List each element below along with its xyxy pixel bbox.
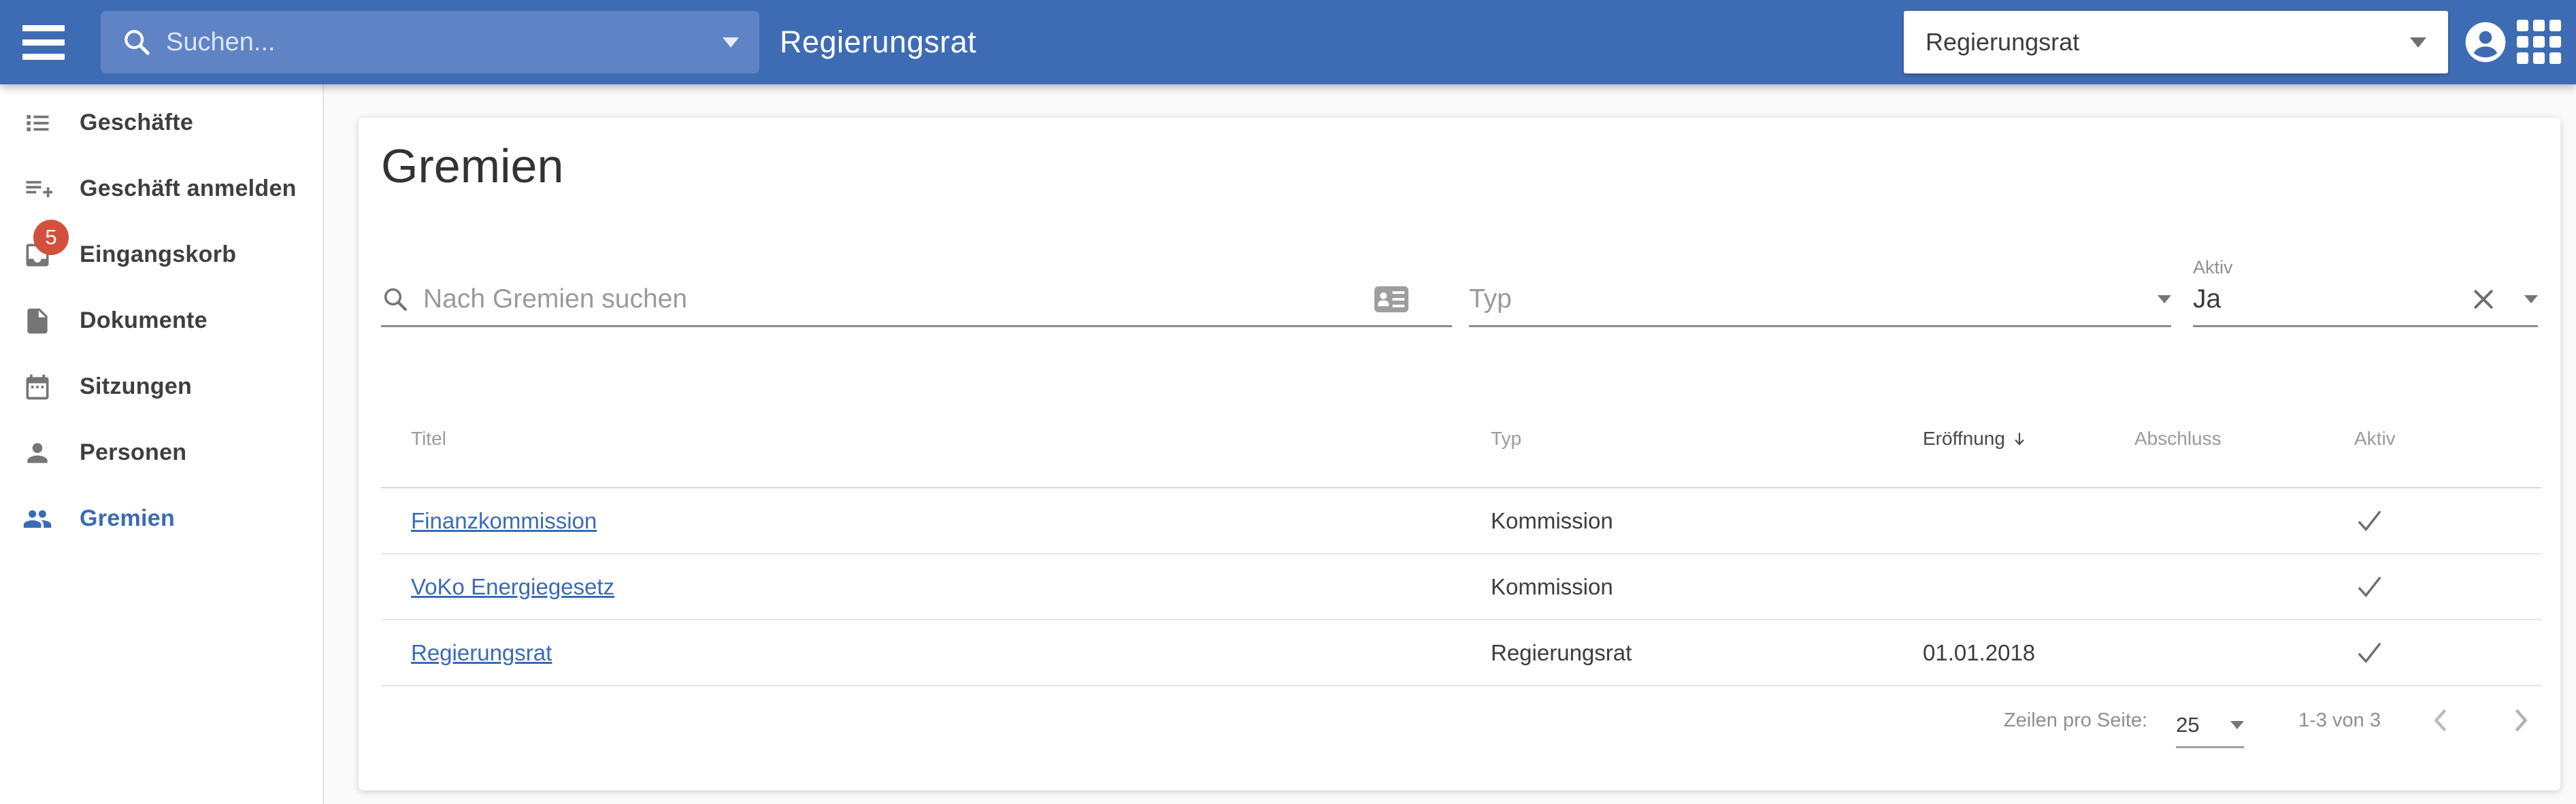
search-icon bbox=[125, 30, 150, 55]
rows-per-page-select[interactable]: 25 bbox=[2176, 707, 2245, 748]
column-header-typ[interactable]: Typ bbox=[1491, 428, 1923, 450]
inbox-badge: 5 bbox=[33, 219, 69, 255]
filters-row: Nach Gremien suchen Typ Aktiv Ja bbox=[381, 252, 2538, 327]
page-title: Gremien bbox=[381, 139, 564, 192]
playlist-add-icon bbox=[22, 174, 53, 204]
account-circle-icon bbox=[2465, 22, 2506, 63]
aktiv-filter-select[interactable]: Aktiv Ja bbox=[2193, 252, 2538, 327]
sidebar-item-sitzungen[interactable]: Sitzungen bbox=[0, 354, 323, 420]
table-row: VoKo Energiegesetz Kommission bbox=[381, 554, 2541, 620]
column-header-abschluss[interactable]: Abschluss bbox=[2134, 428, 2354, 450]
content-card: Gremien Nach Gremien suchen Typ Aktiv Ja… bbox=[359, 118, 2560, 790]
sidebar-item-dokumente[interactable]: Dokumente bbox=[0, 288, 323, 354]
column-header-eroeffnung[interactable]: Eröffnung bbox=[1923, 428, 2134, 450]
gremien-search-field[interactable]: Nach Gremien suchen bbox=[381, 252, 1452, 327]
search-icon bbox=[384, 288, 407, 311]
chevron-down-icon bbox=[2410, 37, 2426, 48]
typ-filter-select[interactable]: Typ bbox=[1469, 252, 2171, 327]
sidebar-item-label: Geschäfte bbox=[80, 110, 194, 135]
calendar-icon bbox=[22, 372, 52, 402]
aktiv-check-icon bbox=[2354, 640, 2541, 666]
inbox-icon: 5 bbox=[22, 219, 69, 270]
cell-typ: Kommission bbox=[1491, 573, 1613, 599]
context-select-value: Regierungsrat bbox=[1926, 28, 2080, 56]
sidebar-item-geschaefte[interactable]: Geschäfte bbox=[0, 90, 323, 156]
chevron-right-icon bbox=[2515, 709, 2528, 732]
app-title: Regierungsrat bbox=[780, 24, 977, 59]
search-scope-caret-icon[interactable] bbox=[723, 37, 739, 48]
next-page-button[interactable] bbox=[2500, 700, 2541, 741]
list-icon bbox=[22, 108, 52, 138]
column-header-aktiv[interactable]: Aktiv bbox=[2354, 428, 2541, 450]
sidebar-item-label: Dokumente bbox=[80, 307, 208, 333]
close-icon bbox=[2474, 290, 2493, 309]
aktiv-filter-clear-button[interactable] bbox=[2470, 286, 2497, 313]
gremien-search-placeholder: Nach Gremien suchen bbox=[423, 284, 688, 314]
gremium-link-voko-energiegesetz[interactable]: VoKo Energiegesetz bbox=[411, 574, 614, 599]
cell-eroeffnung: 01.01.2018 bbox=[1923, 639, 2036, 665]
chevron-left-icon bbox=[2434, 709, 2447, 732]
sort-desc-arrow-icon bbox=[2015, 432, 2024, 446]
aktiv-filter-value: Ja bbox=[2193, 284, 2222, 314]
person-icon bbox=[22, 438, 52, 468]
global-search-placeholder: Suchen... bbox=[166, 27, 276, 56]
aktiv-check-icon bbox=[2354, 508, 2541, 534]
app-header: Suchen... Regierungsrat Regierungsrat bbox=[0, 0, 2576, 84]
chevron-down-icon bbox=[2524, 295, 2538, 303]
sidebar-item-eingangskorb[interactable]: 5 Eingangskorb bbox=[0, 219, 323, 288]
rows-per-page-value: 25 bbox=[2176, 712, 2200, 737]
global-search-input[interactable]: Suchen... bbox=[101, 11, 759, 73]
table-header-row: Titel Typ Eröffnung Abschluss Aktiv bbox=[381, 390, 2541, 488]
sidebar-item-gremien[interactable]: Gremien bbox=[0, 486, 323, 552]
document-icon bbox=[22, 306, 52, 336]
sidebar-item-label: Eingangskorb bbox=[80, 241, 237, 267]
context-select[interactable]: Regierungsrat bbox=[1904, 11, 2448, 73]
cell-typ: Kommission bbox=[1491, 507, 1613, 533]
sidebar-item-label: Personen bbox=[80, 439, 187, 465]
rows-per-page-label: Zeilen pro Seite: bbox=[2003, 709, 2148, 731]
column-header-titel[interactable]: Titel bbox=[411, 428, 1491, 450]
aktiv-filter-label: Aktiv bbox=[2193, 257, 2233, 278]
table-row: Regierungsrat Regierungsrat 01.01.2018 bbox=[381, 620, 2541, 686]
sidebar-item-label: Sitzungen bbox=[80, 373, 193, 399]
sidebar-item-geschaeft-anmelden[interactable]: Geschäft anmelden bbox=[0, 156, 323, 222]
cell-typ: Regierungsrat bbox=[1491, 639, 1632, 665]
recent-actors-icon[interactable] bbox=[1374, 285, 1408, 314]
hamburger-icon bbox=[22, 24, 65, 60]
gremien-table: Titel Typ Eröffnung Abschluss Aktiv Fina… bbox=[381, 390, 2541, 686]
previous-page-button[interactable] bbox=[2420, 700, 2461, 741]
app-screen: Suchen... Regierungsrat Regierungsrat Ge… bbox=[0, 0, 2576, 804]
gremium-link-regierungsrat[interactable]: Regierungsrat bbox=[411, 640, 552, 665]
sidebar-item-label: Gremien bbox=[80, 505, 176, 531]
typ-filter-placeholder: Typ bbox=[1469, 284, 1512, 314]
apps-grid-icon bbox=[2517, 20, 2561, 64]
sidebar-item-personen[interactable]: Personen bbox=[0, 420, 323, 486]
chevron-down-icon bbox=[2158, 295, 2171, 303]
chevron-down-icon bbox=[2230, 720, 2245, 729]
table-pagination: Zeilen pro Seite: 25 1-3 von 3 bbox=[2004, 693, 2541, 748]
account-button[interactable] bbox=[2459, 16, 2512, 69]
sidebar-item-label: Geschäft anmelden bbox=[80, 175, 297, 201]
table-row: Finanzkommission Kommission bbox=[381, 488, 2541, 554]
hamburger-menu-button[interactable] bbox=[16, 15, 71, 69]
pagination-range-label: 1-3 von 3 bbox=[2298, 709, 2381, 731]
gremium-link-finanzkommission[interactable]: Finanzkommission bbox=[411, 508, 597, 533]
sidebar: Geschäfte Geschäft anmelden 5 Eingangsko… bbox=[0, 84, 324, 804]
people-icon bbox=[22, 504, 52, 534]
apps-grid-button[interactable] bbox=[2512, 15, 2566, 69]
aktiv-check-icon bbox=[2354, 574, 2541, 600]
